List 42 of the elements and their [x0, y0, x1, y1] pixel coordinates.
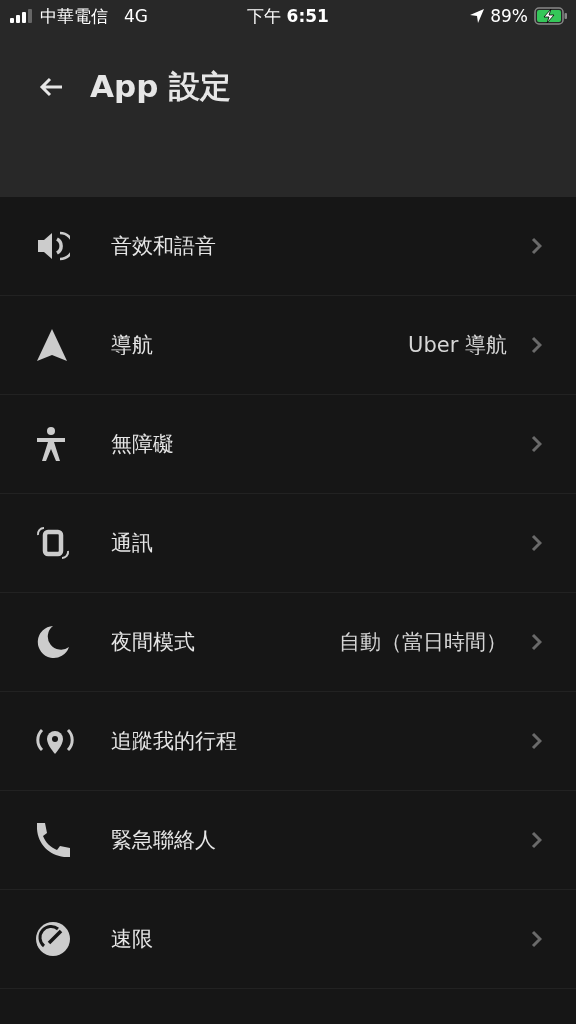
carrier-name: 中華電信 [40, 4, 108, 28]
location-broadcast-icon [36, 726, 74, 756]
settings-label: 導航 [111, 332, 154, 359]
settings-row[interactable]: 音效和語音 [0, 197, 576, 296]
chevron-icon [531, 435, 542, 453]
chevron-icon [531, 534, 542, 552]
settings-row[interactable]: 通訊 [0, 494, 576, 593]
speedometer-icon [36, 922, 70, 956]
chevron-icon [531, 336, 542, 354]
clock: 下午 6:51 [247, 4, 329, 28]
chevron-icon [531, 831, 542, 849]
settings-row[interactable]: 緊急聯絡人 [0, 791, 576, 890]
phone-rotate-icon [36, 525, 70, 561]
phone-icon [36, 823, 70, 857]
settings-value: 自動（當日時間） [339, 629, 507, 656]
settings-label: 夜間模式 [111, 629, 196, 656]
battery-percentage: 89% [490, 6, 528, 26]
settings-row[interactable]: 無障礙 [0, 395, 576, 494]
settings-row[interactable]: 速限 [0, 890, 576, 989]
chevron-icon [531, 237, 542, 255]
battery-charging-icon [534, 7, 568, 25]
settings-label: 追蹤我的行程 [111, 728, 238, 755]
settings-label: 音效和語音 [111, 233, 217, 260]
location-arrow-icon [470, 9, 485, 23]
settings-label: 通訊 [111, 530, 154, 557]
speaker-icon [36, 229, 70, 263]
settings-row[interactable]: 夜間模式 自動（當日時間） [0, 593, 576, 692]
settings-label: 無障礙 [111, 431, 175, 458]
settings-label: 緊急聯絡人 [111, 827, 217, 854]
settings-row[interactable]: 導航 Uber 導航 [0, 296, 576, 395]
chevron-icon [531, 732, 542, 750]
signal-icon [10, 9, 34, 23]
moon-icon [36, 625, 70, 659]
settings-value: Uber 導航 [408, 332, 507, 359]
page-title: App 設定 [90, 67, 232, 106]
settings-label: 速限 [111, 926, 154, 953]
chevron-icon [531, 930, 542, 948]
chevron-icon [531, 633, 542, 651]
navigation-arrow-icon [36, 328, 68, 362]
settings-row[interactable]: 追蹤我的行程 [0, 692, 576, 791]
accessibility-icon [36, 427, 66, 461]
network-type: 4G [124, 6, 148, 26]
